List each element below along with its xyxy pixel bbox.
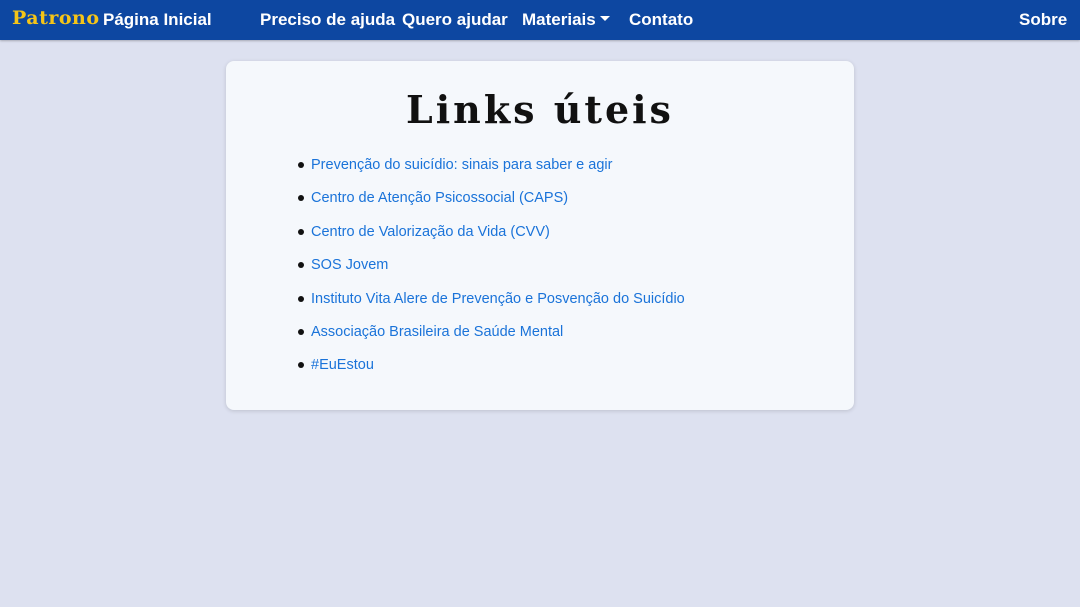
bullet-icon: [298, 262, 304, 269]
useful-links-list: Prevenção do suicídio: sinais para saber…: [296, 152, 685, 386]
brand-logo[interactable]: Patrono: [12, 5, 100, 31]
bullet-icon: [298, 295, 304, 302]
nav-home[interactable]: Página Inicial: [103, 0, 212, 40]
nav-about[interactable]: Sobre: [1019, 0, 1067, 40]
bullet-icon: [298, 228, 304, 235]
nav-contact[interactable]: Contato: [629, 0, 693, 40]
list-item: SOS Jovem: [296, 252, 685, 285]
caret-down-icon: [599, 16, 610, 22]
nav-materials-dropdown[interactable]: Materiais: [522, 0, 610, 40]
link-caps[interactable]: Centro de Atenção Psicossocial (CAPS): [311, 190, 568, 206]
top-navbar: Patrono Página Inicial Preciso de ajuda …: [0, 0, 1080, 40]
link-instituto-vita-alere[interactable]: Instituto Vita Alere de Prevenção e Posv…: [311, 291, 685, 307]
link-suicide-prevention[interactable]: Prevenção do suicídio: sinais para saber…: [311, 157, 612, 173]
nav-need-help[interactable]: Preciso de ajuda: [260, 0, 395, 40]
list-item: Prevenção do suicídio: sinais para saber…: [296, 152, 685, 185]
link-abrasme[interactable]: Associação Brasileira de Saúde Mental: [311, 324, 563, 340]
list-item: Instituto Vita Alere de Prevenção e Posv…: [296, 286, 685, 319]
link-euestou[interactable]: #EuEstou: [311, 357, 374, 373]
bullet-icon: [298, 328, 304, 335]
page-title: Links úteis: [406, 87, 674, 132]
bullet-icon: [298, 162, 304, 168]
list-item: Associação Brasileira de Saúde Mental: [296, 319, 685, 352]
nav-want-help[interactable]: Quero ajudar: [402, 0, 508, 40]
list-item: Centro de Valorização da Vida (CVV): [296, 219, 685, 252]
list-item: #EuEstou: [296, 352, 685, 385]
nav-materials-label: Materiais: [522, 10, 596, 29]
bullet-icon: [298, 195, 304, 202]
bullet-icon: [298, 362, 304, 369]
link-sos-jovem[interactable]: SOS Jovem: [311, 257, 388, 273]
link-cvv[interactable]: Centro de Valorização da Vida (CVV): [311, 224, 550, 240]
list-item: Centro de Atenção Psicossocial (CAPS): [296, 185, 685, 218]
